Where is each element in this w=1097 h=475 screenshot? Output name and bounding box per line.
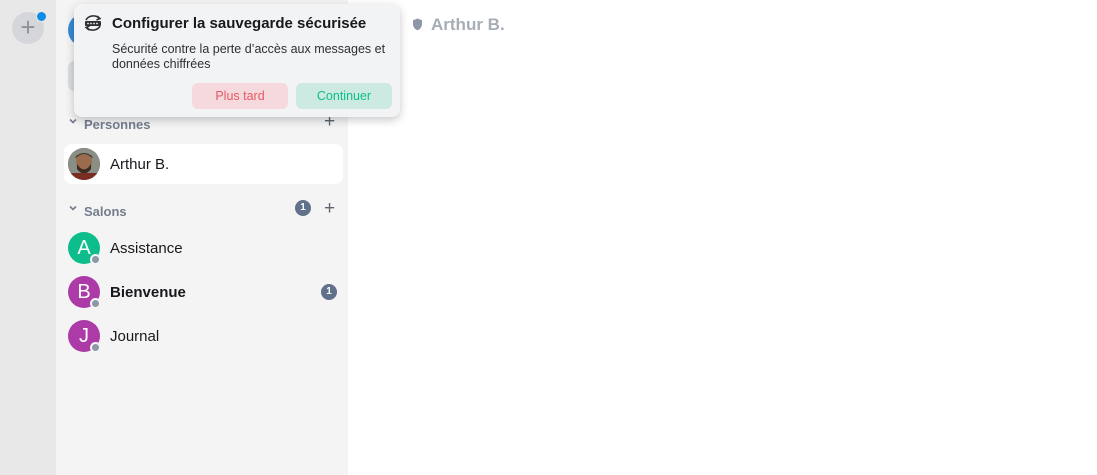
space-bar: +	[0, 0, 56, 475]
key-backup-icon	[84, 15, 102, 31]
room-name: Arthur B.	[110, 156, 170, 173]
room-item-assistance[interactable]: A Assistance	[64, 228, 343, 268]
public-room-icon	[90, 342, 101, 353]
section-title: Salons	[84, 204, 127, 219]
room-item-bienvenue[interactable]: B Bienvenue 1	[64, 272, 343, 312]
toast-title: Configurer la sauvegarde sécurisée	[112, 15, 367, 32]
secure-backup-toast: Configurer la sauvegarde sécurisée Sécur…	[74, 4, 400, 117]
public-room-icon	[90, 254, 101, 265]
later-button[interactable]: Plus tard	[192, 83, 288, 109]
section-header-rooms[interactable]: Salons 1 +	[56, 198, 348, 224]
add-room-button[interactable]: +	[324, 198, 335, 220]
room-name: Assistance	[110, 240, 183, 257]
section-title: Personnes	[84, 117, 151, 132]
toast-description: Sécurité contre la perte d’accès aux mes…	[112, 42, 386, 71]
continue-button[interactable]: Continuer	[296, 83, 392, 109]
room-name: Bienvenue	[110, 284, 186, 301]
room-item-journal[interactable]: J Journal	[64, 316, 343, 356]
chevron-down-icon	[69, 205, 77, 211]
room-name: Journal	[110, 328, 160, 345]
room-title[interactable]: Arthur B.	[431, 15, 505, 35]
avatar	[68, 148, 100, 180]
chevron-down-icon	[69, 118, 77, 124]
notification-dot	[36, 11, 47, 22]
unread-badge: 1	[321, 284, 337, 300]
room-item-arthur[interactable]: Arthur B.	[64, 144, 343, 184]
unread-badge: 1	[295, 200, 311, 216]
public-room-icon	[90, 298, 101, 309]
shield-icon	[413, 18, 422, 31]
